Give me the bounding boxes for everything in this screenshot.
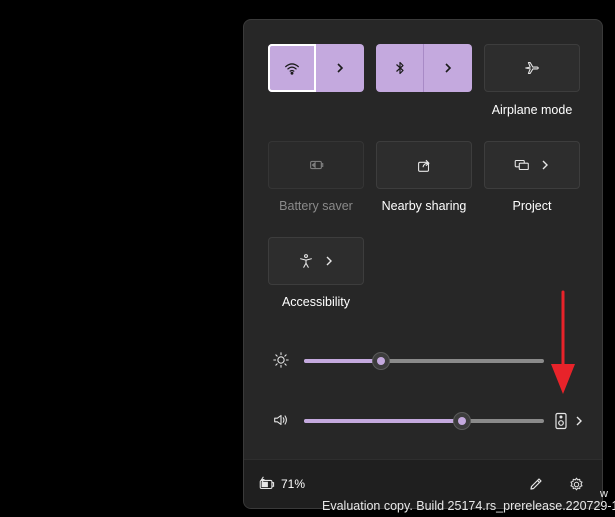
chevron-right-icon: [326, 256, 332, 266]
project-label: Project: [512, 199, 552, 213]
accessibility-icon: [300, 254, 312, 268]
chevron-right-icon: [445, 63, 452, 73]
edit-quick-settings-button[interactable]: [524, 472, 548, 496]
battery-saver-icon: [310, 160, 324, 170]
speaker-icon[interactable]: [272, 411, 290, 429]
battery-percent: 71%: [281, 477, 306, 491]
airplane-icon: [525, 62, 539, 74]
airplane-mode-tile[interactable]: [484, 44, 580, 92]
evaluation-watermark: Evaluation copy. Build 25174.rs_prerelea…: [322, 499, 615, 513]
battery-charging-icon: [259, 476, 275, 490]
wifi-tile[interactable]: [268, 44, 364, 92]
airplane-mode-label: Airplane mode: [491, 103, 573, 117]
accessibility-tile[interactable]: [268, 237, 364, 285]
chevron-right-icon: [542, 160, 548, 170]
wifi-expand-button[interactable]: [316, 44, 364, 92]
annotation-arrow: [551, 290, 575, 394]
brightness-slider-thumb[interactable]: [371, 352, 390, 370]
bluetooth-tile[interactable]: [376, 44, 472, 92]
chevron-right-icon: [576, 416, 582, 426]
brightness-icon: [273, 352, 289, 368]
volume-track-fill: [304, 419, 463, 423]
bluetooth-icon: [395, 61, 404, 75]
nearby-sharing-label: Nearby sharing: [381, 199, 467, 213]
accessibility-label: Accessibility: [281, 295, 351, 309]
gear-icon: [569, 477, 583, 490]
project-icon: [514, 159, 529, 171]
chevron-right-icon: [337, 63, 344, 73]
bluetooth-toggle[interactable]: [376, 44, 424, 92]
share-icon: [418, 159, 430, 172]
volume-slider-thumb[interactable]: [453, 412, 472, 430]
volume-slider-row: [244, 411, 602, 431]
nearby-sharing-tile[interactable]: [376, 141, 472, 189]
audio-output-icon: [555, 412, 567, 430]
battery-status[interactable]: 71%: [258, 474, 305, 494]
project-tile[interactable]: [484, 141, 580, 189]
brightness-track-fill: [304, 359, 381, 363]
pencil-icon: [530, 478, 542, 490]
battery-saver-label: Battery saver: [279, 199, 353, 213]
settings-button[interactable]: [564, 472, 588, 496]
bluetooth-expand-button[interactable]: [424, 44, 472, 92]
audio-output-button[interactable]: [554, 411, 584, 431]
quick-settings-panel: Airplane mode Battery saver Nearby shari…: [243, 19, 603, 509]
battery-saver-tile[interactable]: [268, 141, 364, 189]
wifi-toggle[interactable]: [268, 44, 316, 92]
wifi-icon: [284, 63, 299, 75]
